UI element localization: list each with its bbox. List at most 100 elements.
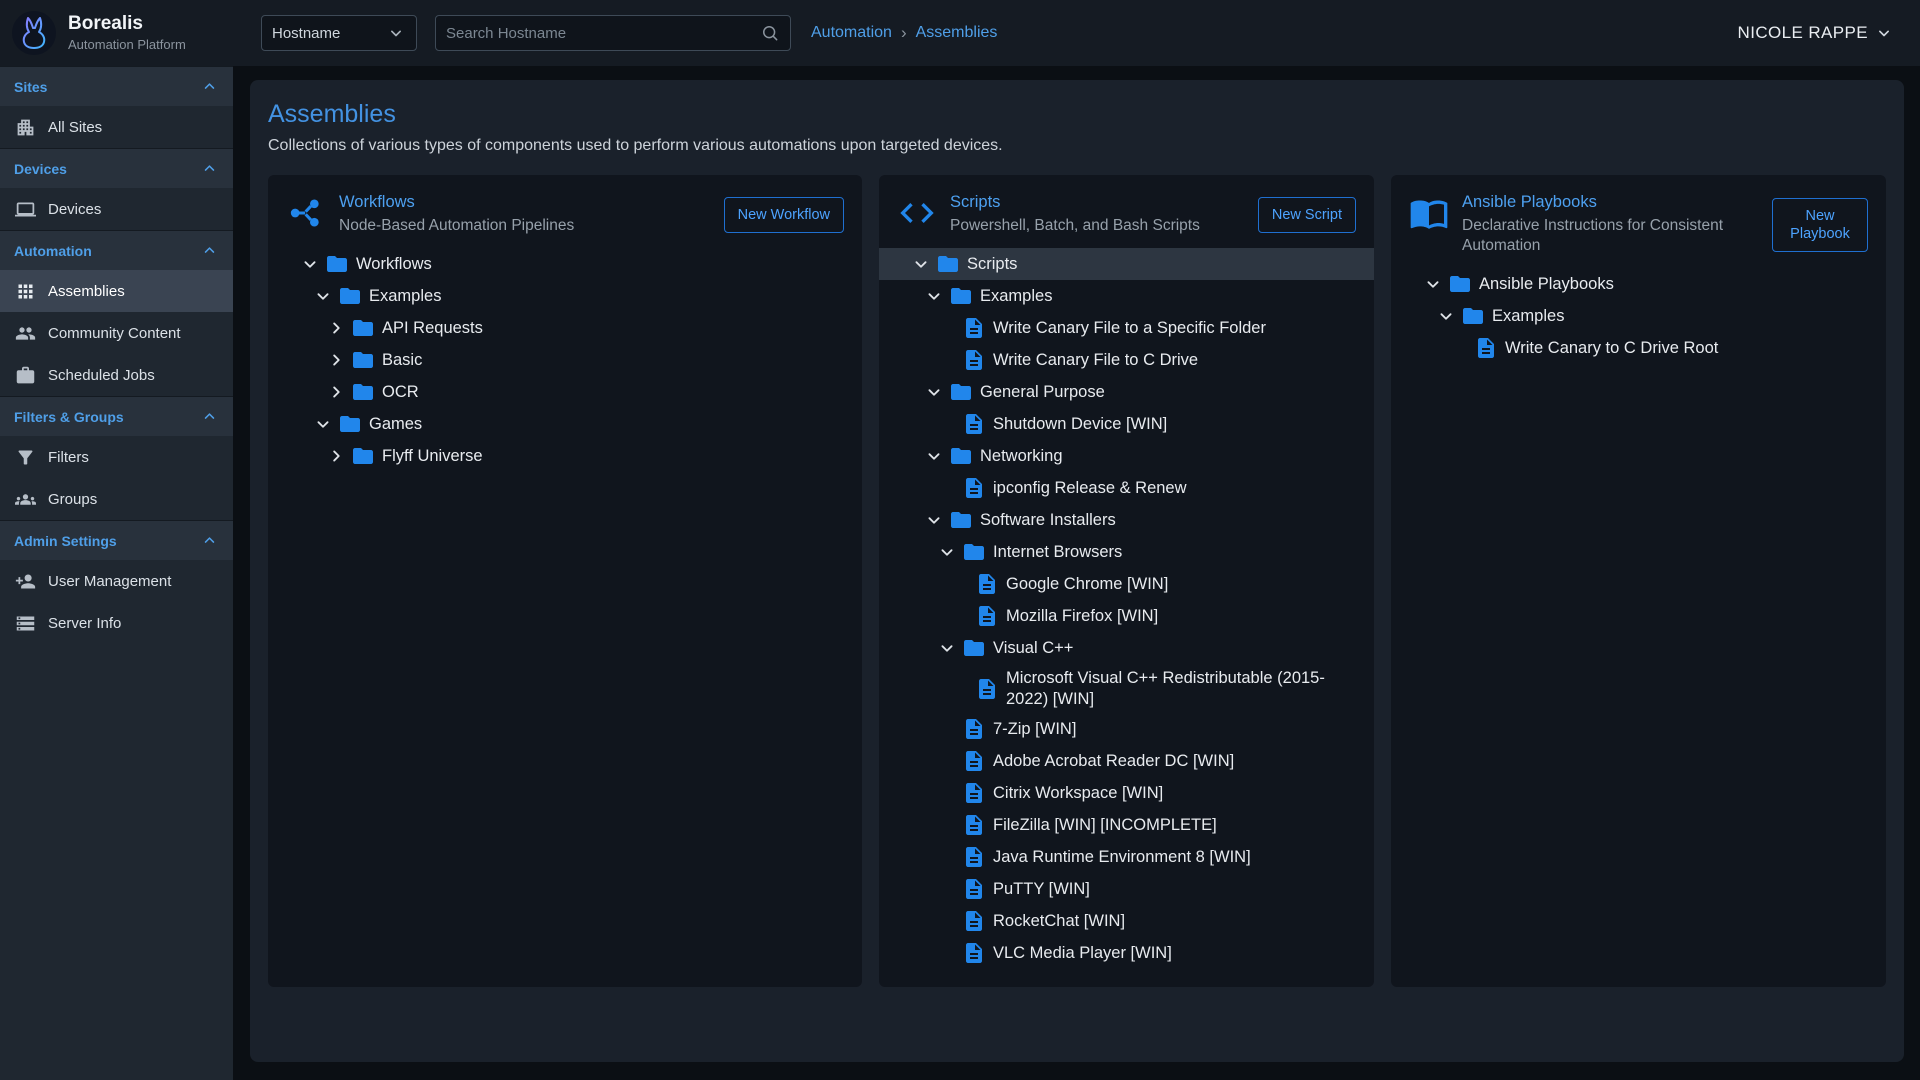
workflows-tree: WorkflowsExamplesAPI RequestsBasicOCRGam… [268,248,862,472]
chevron-spacer [936,878,958,900]
sidebar-item-assemblies[interactable]: Assemblies [0,270,233,312]
panels-row: Workflows Node-Based Automation Pipeline… [268,175,1886,987]
panel-title: Workflows [339,193,574,212]
sidebar-item-server-info[interactable]: Server Info [0,602,233,644]
chevron-right-icon[interactable] [325,445,347,467]
search-input[interactable] [446,25,760,42]
chevron-spacer [936,477,958,499]
hostname-select[interactable]: Hostname [261,15,417,51]
tree-item-label: Citrix Workspace [WIN] [993,779,1163,808]
tree-item-vlc-media-player-win[interactable]: VLC Media Player [WIN] [879,937,1374,969]
tree-item-filezilla-win-incomplete[interactable]: FileZilla [WIN] [INCOMPLETE] [879,809,1374,841]
tree-item-general-purpose[interactable]: General Purpose [879,376,1374,408]
tree-item-ansible-playbooks[interactable]: Ansible Playbooks [1391,268,1886,300]
chevron-down-icon[interactable] [1435,305,1457,327]
chevron-down-icon[interactable] [923,381,945,403]
tree-item-basic[interactable]: Basic [268,344,862,376]
sidebar-section-sites[interactable]: Sites [0,66,233,106]
chevron-right-icon[interactable] [325,381,347,403]
sidebar-item-label: Devices [48,201,101,218]
groups-icon [15,489,36,510]
sidebar-item-scheduled-jobs[interactable]: Scheduled Jobs [0,354,233,396]
chevron-down-icon[interactable] [312,413,334,435]
tree-item-google-chrome-win[interactable]: Google Chrome [WIN] [879,568,1374,600]
file-icon [962,877,986,901]
folder-icon [351,316,375,340]
tree-item-networking[interactable]: Networking [879,440,1374,472]
tree-item-examples[interactable]: Examples [268,280,862,312]
folder-icon [949,444,973,468]
sidebar-section-automation[interactable]: Automation [0,230,233,270]
chevron-down-icon[interactable] [923,445,945,467]
breadcrumb-link-automation[interactable]: Automation [811,24,892,42]
chevron-down-icon[interactable] [910,253,932,275]
tree-item-shutdown-device-win[interactable]: Shutdown Device [WIN] [879,408,1374,440]
user-menu[interactable]: NICOLE RAPPE [1738,23,1894,43]
tree-item-api-requests[interactable]: API Requests [268,312,862,344]
chevron-down-icon[interactable] [936,541,958,563]
chevron-spacer [936,718,958,740]
tree-item-ocr[interactable]: OCR [268,376,862,408]
tree-item-label: Games [369,410,422,439]
tree-item-write-canary-to-c-drive-root[interactable]: Write Canary to C Drive Root [1391,332,1886,364]
tree-item-flyff-universe[interactable]: Flyff Universe [268,440,862,472]
tree-item-examples[interactable]: Examples [1391,300,1886,332]
tree-item-scripts[interactable]: Scripts [879,248,1374,280]
search-icon [760,23,780,43]
tree-item-write-canary-file-to-c-drive[interactable]: Write Canary File to C Drive [879,344,1374,376]
tree-item-rocketchat-win[interactable]: RocketChat [WIN] [879,905,1374,937]
tree-item-visual-c[interactable]: Visual C++ [879,632,1374,664]
tree-item-putty-win[interactable]: PuTTY [WIN] [879,873,1374,905]
tree-item-games[interactable]: Games [268,408,862,440]
brand: Borealis Automation Platform [0,9,233,57]
chevron-right-icon[interactable] [325,349,347,371]
chevron-down-icon[interactable] [923,285,945,307]
folder-icon [949,284,973,308]
tree-item-label: Ansible Playbooks [1479,270,1614,299]
workflow-icon [286,193,326,233]
sidebar-item-all-sites[interactable]: All Sites [0,106,233,148]
file-icon [962,476,986,500]
chevron-right-icon[interactable] [325,317,347,339]
chevron-down-icon[interactable] [299,253,321,275]
new-script-button[interactable]: New Script [1258,197,1356,233]
tree-item-microsoft-visual-c-redistributable-2015-2022-win[interactable]: Microsoft Visual C++ Redistributable (20… [879,664,1374,713]
tree-item-internet-browsers[interactable]: Internet Browsers [879,536,1374,568]
tree-item-7-zip-win[interactable]: 7-Zip [WIN] [879,713,1374,745]
sidebar-item-groups[interactable]: Groups [0,478,233,520]
chevron-down-icon[interactable] [923,509,945,531]
tree-item-examples[interactable]: Examples [879,280,1374,312]
chevron-down-icon[interactable] [312,285,334,307]
sidebar-item-devices[interactable]: Devices [0,188,233,230]
tree-item-java-runtime-environment-8-win[interactable]: Java Runtime Environment 8 [WIN] [879,841,1374,873]
folder-icon [338,284,362,308]
playbooks-tree: Ansible PlaybooksExamplesWrite Canary to… [1391,268,1886,364]
folder-icon [325,252,349,276]
page-title: Assemblies [268,100,1886,129]
tree-item-ipconfig-release-renew[interactable]: ipconfig Release & Renew [879,472,1374,504]
sidebar-section-label: Sites [14,79,47,95]
scripts-panel-titles: Scripts Powershell, Batch, and Bash Scri… [950,193,1200,236]
chevron-down-icon[interactable] [1422,273,1444,295]
hostname-select-value: Hostname [272,25,340,42]
tree-item-software-installers[interactable]: Software Installers [879,504,1374,536]
sidebar-section-admin-settings[interactable]: Admin Settings [0,520,233,560]
tree-item-mozilla-firefox-win[interactable]: Mozilla Firefox [WIN] [879,600,1374,632]
chevron-down-icon[interactable] [936,637,958,659]
new-workflow-button[interactable]: New Workflow [724,197,844,233]
chevron-up-icon [200,159,219,178]
sidebar-section-filters-groups[interactable]: Filters & Groups [0,396,233,436]
sidebar-item-community-content[interactable]: Community Content [0,312,233,354]
tree-item-adobe-acrobat-reader-dc-win[interactable]: Adobe Acrobat Reader DC [WIN] [879,745,1374,777]
sidebar-item-label: Filters [48,449,89,466]
tree-item-write-canary-file-to-a-specific-folder[interactable]: Write Canary File to a Specific Folder [879,312,1374,344]
filter-icon [15,447,36,468]
tree-item-workflows[interactable]: Workflows [268,248,862,280]
new-playbook-button[interactable]: New Playbook [1772,198,1868,252]
sidebar-item-filters[interactable]: Filters [0,436,233,478]
tree-item-label: Shutdown Device [WIN] [993,410,1167,439]
sidebar-item-user-management[interactable]: User Management [0,560,233,602]
sidebar-section-devices[interactable]: Devices [0,148,233,188]
tree-item-citrix-workspace-win[interactable]: Citrix Workspace [WIN] [879,777,1374,809]
sidebar-section-label: Devices [14,161,67,177]
